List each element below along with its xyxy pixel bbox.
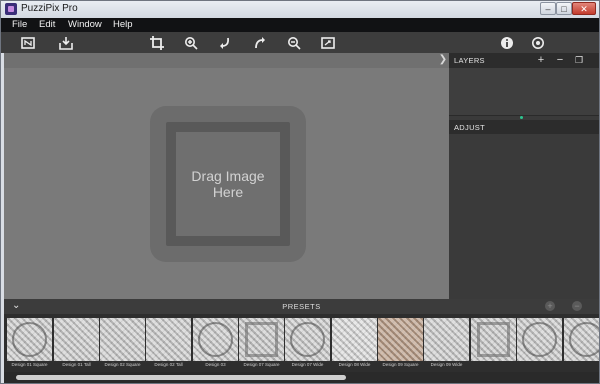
preset-item[interactable]: Design 01 Tall bbox=[54, 317, 99, 371]
preset-item[interactable] bbox=[564, 317, 599, 371]
preset-thumbnail bbox=[193, 318, 238, 361]
adjust-panel bbox=[449, 134, 599, 299]
add-layer-button[interactable]: + bbox=[535, 54, 547, 66]
preset-thumbnail bbox=[285, 318, 330, 361]
rotate-left-icon[interactable] bbox=[216, 34, 234, 52]
preset-thumbnail bbox=[517, 318, 562, 361]
preset-item[interactable]: Design 07 Wide bbox=[285, 317, 330, 371]
zoom-out-icon[interactable] bbox=[285, 34, 303, 52]
close-button[interactable]: ✕ bbox=[572, 2, 596, 15]
crop-icon[interactable] bbox=[148, 34, 166, 52]
presets-scrollbar[interactable] bbox=[4, 372, 599, 383]
presets-header: ⌄ PRESETS + − bbox=[4, 299, 599, 314]
preset-label: Design 09 Wide bbox=[430, 362, 463, 367]
menu-help[interactable]: Help bbox=[113, 19, 133, 30]
presets-strip: Design 01 Square Design 01 Tall Design 0… bbox=[4, 314, 599, 372]
title-bar: PuzziPix Pro – □ ✕ bbox=[1, 1, 599, 18]
preset-label: Design 01 Square bbox=[11, 362, 48, 367]
save-icon[interactable] bbox=[57, 34, 75, 52]
add-preset-button[interactable]: + bbox=[545, 301, 555, 311]
preset-thumbnail bbox=[54, 318, 99, 361]
settings-icon[interactable] bbox=[529, 34, 547, 52]
preset-thumbnail bbox=[7, 318, 52, 361]
preset-thumbnail bbox=[378, 318, 423, 361]
preset-label: Design 01 Tall bbox=[62, 362, 91, 367]
preset-item[interactable] bbox=[517, 317, 562, 371]
preset-item[interactable]: Design 08 Wide bbox=[332, 317, 377, 371]
menu-window[interactable]: Window bbox=[68, 19, 102, 30]
zoom-in-icon[interactable] bbox=[182, 34, 200, 52]
preset-label: Design 09 Square bbox=[382, 362, 419, 367]
adjust-header: ADJUST bbox=[449, 120, 599, 135]
preset-thumbnail bbox=[332, 318, 377, 361]
preset-item[interactable]: Design 02 Square bbox=[100, 317, 145, 371]
app-logo-icon bbox=[5, 3, 17, 15]
preset-thumbnail bbox=[239, 318, 284, 361]
preset-item[interactable]: Design 03 bbox=[193, 317, 238, 371]
preset-label: Design 02 Square bbox=[104, 362, 141, 367]
preset-item[interactable]: Design 01 Square bbox=[7, 317, 52, 371]
adjust-title: ADJUST bbox=[454, 123, 485, 132]
menu-edit[interactable]: Edit bbox=[39, 19, 55, 30]
drop-zone-inner: Drag Image Here bbox=[176, 132, 280, 236]
layers-title: LAYERS bbox=[454, 56, 485, 65]
remove-preset-button[interactable]: − bbox=[572, 301, 582, 311]
scrollbar-thumb[interactable] bbox=[16, 375, 346, 380]
side-panel: LAYERS + − ❐ ADJUST bbox=[449, 53, 599, 299]
preset-thumbnail bbox=[146, 318, 191, 361]
preset-thumbnail bbox=[424, 318, 469, 361]
image-canvas[interactable]: ❯ Drag Image Here bbox=[4, 53, 449, 299]
fit-screen-icon[interactable] bbox=[19, 34, 37, 52]
image-size-icon[interactable] bbox=[319, 34, 337, 52]
preset-item[interactable]: Design 09 Wide bbox=[424, 317, 469, 371]
remove-layer-button[interactable]: − bbox=[554, 54, 566, 66]
preset-item[interactable]: Design 07 Square bbox=[239, 317, 284, 371]
preset-thumbnail bbox=[100, 318, 145, 361]
splitter-handle-icon[interactable] bbox=[520, 116, 523, 119]
preset-label: Design 07 Square bbox=[243, 362, 280, 367]
preset-label: Design 07 Wide bbox=[291, 362, 324, 367]
preset-label: Design 03 bbox=[205, 362, 226, 367]
layers-header: LAYERS + − ❐ bbox=[449, 53, 599, 68]
window-title: PuzziPix Pro bbox=[21, 3, 78, 14]
preset-thumbnail bbox=[564, 318, 599, 361]
expand-panel-icon[interactable]: ❯ bbox=[437, 54, 449, 66]
drop-zone-frame: Drag Image Here bbox=[166, 122, 290, 246]
image-drop-zone[interactable]: Drag Image Here bbox=[150, 106, 306, 262]
menu-bar: File Edit Window Help bbox=[1, 18, 599, 32]
preset-thumbnail bbox=[471, 318, 516, 361]
maximize-button[interactable]: □ bbox=[556, 2, 572, 15]
preset-item[interactable] bbox=[471, 317, 516, 371]
app-window: PuzziPix Pro – □ ✕ File Edit Window Help bbox=[0, 0, 600, 384]
presets-title: PRESETS bbox=[282, 302, 321, 311]
duplicate-layer-icon[interactable]: ❐ bbox=[573, 54, 585, 66]
info-icon[interactable] bbox=[498, 34, 516, 52]
preset-label: Design 08 Wide bbox=[338, 362, 371, 367]
rotate-right-icon[interactable] bbox=[251, 34, 269, 52]
drop-zone-text: Drag Image Here bbox=[191, 168, 265, 200]
preset-label: Design 02 Tall bbox=[154, 362, 183, 367]
menu-file[interactable]: File bbox=[12, 19, 27, 30]
minimize-button[interactable]: – bbox=[540, 2, 556, 15]
canvas-header: ❯ bbox=[4, 53, 449, 68]
preset-item[interactable]: Design 09 Square bbox=[378, 317, 423, 371]
layers-list[interactable] bbox=[449, 68, 599, 115]
preset-item[interactable]: Design 02 Tall bbox=[146, 317, 191, 371]
toolbar bbox=[1, 32, 599, 53]
